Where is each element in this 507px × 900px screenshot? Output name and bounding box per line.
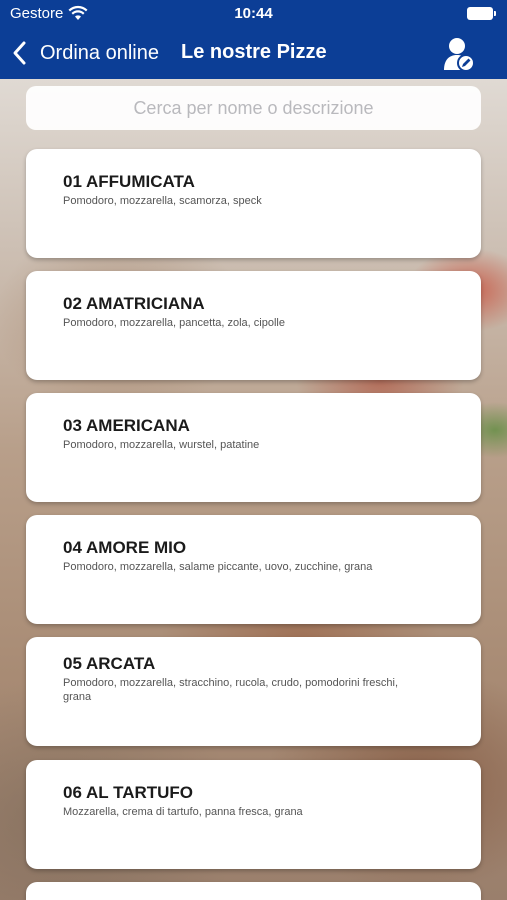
search-input[interactable] (26, 86, 481, 130)
pizza-ingredients: Mozzarella, crema di tartufo, panna fres… (63, 806, 303, 818)
pizza-card[interactable]: 02 AMATRICIANA Pomodoro, mozzarella, pan… (26, 271, 481, 380)
pizza-card[interactable] (26, 882, 481, 900)
pizza-ingredients: Pomodoro, mozzarella, pancetta, zola, ci… (63, 317, 285, 329)
user-edit-icon (444, 38, 475, 72)
page-title: Le nostre Pizze (181, 41, 327, 63)
chevron-left-icon (13, 41, 26, 65)
pizza-name: 01 AFFUMICATA (63, 172, 195, 191)
pizza-name: 05 ARCATA (63, 654, 156, 673)
pizza-name: 04 AMORE MIO (63, 538, 187, 557)
pizza-card[interactable]: 04 AMORE MIO Pomodoro, mozzarella, salam… (26, 515, 481, 624)
pizza-card[interactable]: 05 ARCATA Pomodoro, mozzarella, stracchi… (26, 637, 481, 746)
back-label: Ordina online (40, 41, 159, 64)
pizza-ingredients: Pomodoro, mozzarella, salame piccante, u… (63, 561, 373, 573)
status-time: 10:44 (234, 5, 273, 22)
status-bar: Gestore 10:44 (0, 0, 507, 28)
navigation-bar: Ordina online Le nostre Pizze (0, 28, 507, 79)
back-button[interactable]: Ordina online (10, 36, 159, 70)
pizza-card[interactable]: 01 AFFUMICATA Pomodoro, mozzarella, scam… (26, 149, 481, 258)
search-bar (26, 86, 481, 130)
pizza-ingredients: Pomodoro, mozzarella, stracchino, rucola… (63, 677, 399, 703)
pizza-ingredients: Pomodoro, mozzarella, scamorza, speck (63, 195, 262, 207)
pizza-card[interactable]: 03 AMERICANA Pomodoro, mozzarella, wurst… (26, 393, 481, 502)
pizza-ingredients: Pomodoro, mozzarella, wurstel, patatine (63, 439, 260, 451)
profile-button[interactable] (443, 36, 477, 72)
pizza-name: 03 AMERICANA (63, 416, 190, 435)
pizza-name: 06 AL TARTUFO (63, 783, 194, 802)
pizza-card[interactable]: 06 AL TARTUFO Mozzarella, crema di tartu… (26, 760, 481, 869)
pizza-name: 02 AMATRICIANA (63, 294, 205, 313)
battery-icon (467, 7, 496, 20)
